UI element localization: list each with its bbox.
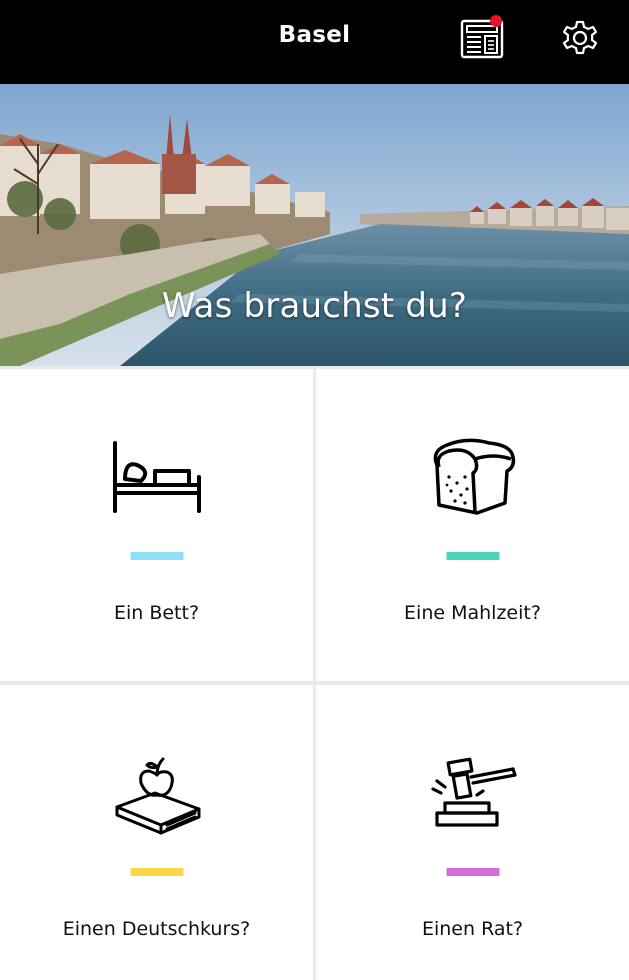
page-title: Basel	[278, 22, 351, 48]
accent-bar	[446, 552, 499, 560]
accent-bar	[130, 868, 183, 876]
top-bar: Basel	[0, 0, 629, 84]
accent-bar	[130, 552, 183, 560]
tile-label: Eine Mahlzeit?	[404, 602, 541, 624]
accent-bar	[446, 868, 499, 876]
tile-label: Einen Rat?	[421, 918, 524, 940]
tile-label: Ein Bett?	[113, 602, 200, 624]
hero-headline: Was brauchst du?	[161, 286, 468, 326]
hero-banner: Was brauchst du?	[0, 84, 629, 366]
bread-icon	[433, 438, 515, 515]
tile-meal[interactable]: Eine Mahlzeit?	[316, 369, 629, 681]
tile-advice[interactable]: Einen Rat?	[316, 685, 629, 980]
gear-icon	[562, 20, 598, 55]
tile-bed[interactable]: Ein Bett?	[0, 369, 313, 681]
notification-dot	[490, 15, 502, 27]
book-apple-icon	[115, 757, 200, 835]
settings-button[interactable]	[556, 14, 604, 62]
tile-label: Einen Deutschkurs?	[62, 918, 251, 940]
bed-icon	[112, 441, 201, 513]
tile-german-course[interactable]: Einen Deutschkurs?	[0, 685, 313, 980]
gavel-icon	[430, 757, 517, 827]
